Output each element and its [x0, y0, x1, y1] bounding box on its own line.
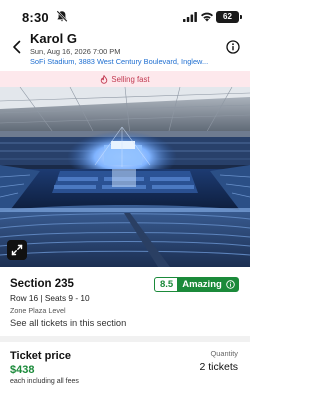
section-title: Section 235 [10, 278, 74, 290]
seat-view-image [0, 87, 250, 267]
ticket-price-label: Ticket price [10, 350, 71, 362]
selling-fast-text: Selling fast [111, 74, 150, 84]
flame-icon [101, 74, 108, 84]
info-icon [226, 280, 235, 289]
quantity-value[interactable]: 2 tickets [199, 361, 238, 373]
rating-label: Amazing [182, 279, 222, 290]
event-date: Sun, Aug 16, 2026 7:00 PM [30, 47, 121, 56]
row-seats: Row 16 | Seats 9 - 10 [10, 293, 90, 303]
expand-image-button[interactable] [7, 240, 27, 260]
battery-indicator: 62 [216, 11, 242, 23]
bell-slash-icon [56, 10, 68, 23]
cellular-signal-icon [183, 12, 197, 22]
status-time: 8:30 [22, 10, 49, 25]
event-title: Karol G [30, 31, 77, 46]
quantity-label: Quantity [210, 349, 238, 358]
wifi-icon [201, 12, 213, 22]
selling-fast-banner: Selling fast [0, 71, 250, 87]
event-venue-link[interactable]: SoFi Stadium, 3883 West Century Boulevar… [30, 57, 236, 66]
status-bar: 8:30 62 [0, 0, 250, 28]
rating-badge[interactable]: 8.5 Amazing [154, 277, 239, 292]
back-button[interactable] [10, 40, 24, 54]
rating-label-box: Amazing [177, 278, 238, 291]
price-note: each including all fees [10, 378, 79, 385]
rating-score: 8.5 [160, 279, 174, 290]
zone-level: Zone Plaza Level [10, 306, 66, 315]
see-all-tickets-link[interactable]: See all tickets in this section [10, 318, 126, 328]
stadium-illustration [0, 87, 250, 267]
section-divider [0, 336, 250, 342]
info-button[interactable] [226, 40, 240, 54]
ticket-price-value: $438 [10, 364, 35, 376]
